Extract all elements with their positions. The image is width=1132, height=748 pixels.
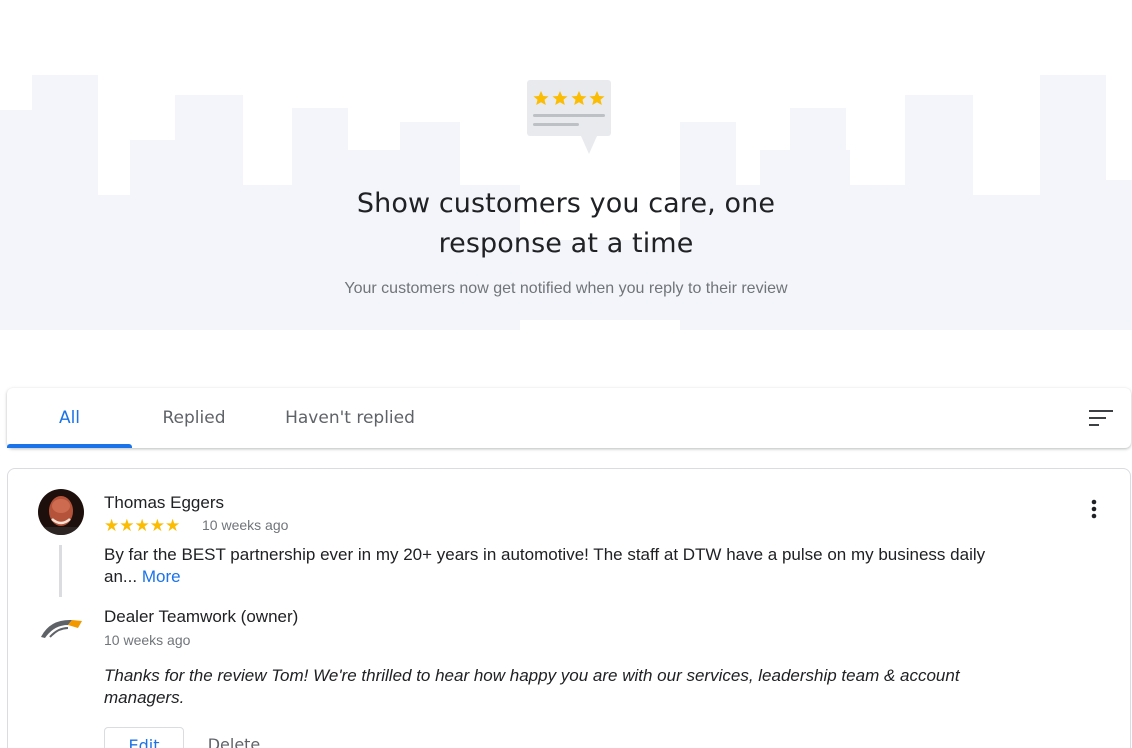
review-time: 10 weeks ago [202,517,289,533]
review-text: By far the BEST partnership ever in my 2… [104,544,1014,588]
tab-havent-replied[interactable]: Haven't replied [269,388,431,448]
avatar[interactable] [38,489,84,535]
edit-reply-button[interactable]: Edit [104,727,184,748]
hero-title: Show customers you care, one response at… [0,184,1132,264]
more-vert-icon[interactable] [1084,497,1104,521]
active-tab-indicator [7,444,132,448]
owner-name: Dealer Teamwork (owner) [104,607,299,626]
tab-replied[interactable]: Replied [137,388,251,448]
hero-title-line1: Show customers you care, one [356,188,776,219]
thread-line [59,545,62,597]
review-card: Thomas Eggers ★★★★★ 10 weeks ago By far … [7,468,1131,748]
star-rating: ★★★★★ [104,516,181,535]
more-link[interactable]: More [142,567,181,586]
delete-reply-button[interactable]: Delete [194,727,274,748]
owner-logo [41,619,82,638]
tab-replied-label: Replied [162,408,226,428]
sort-icon[interactable] [1089,408,1113,428]
hero-title-line2: response at a time [438,228,694,259]
reviewer-name[interactable]: Thomas Eggers [104,493,224,513]
tab-havent-replied-label: Haven't replied [285,408,415,428]
tab-all[interactable]: All [7,388,132,448]
hero-subtitle: Your customers now get notified when you… [344,280,788,297]
owner-reply-text: Thanks for the review Tom! We're thrille… [104,666,960,707]
review-stars-bubble-icon [527,80,611,154]
owner-reply-time: 10 weeks ago [104,632,191,648]
review-filter-tabs: All Replied Haven't replied [7,388,1131,448]
review-text-body: By far the BEST partnership ever in my 2… [104,545,986,586]
tab-all-label: All [58,408,81,428]
hero-banner: Show customers you care, one response at… [0,0,1132,330]
